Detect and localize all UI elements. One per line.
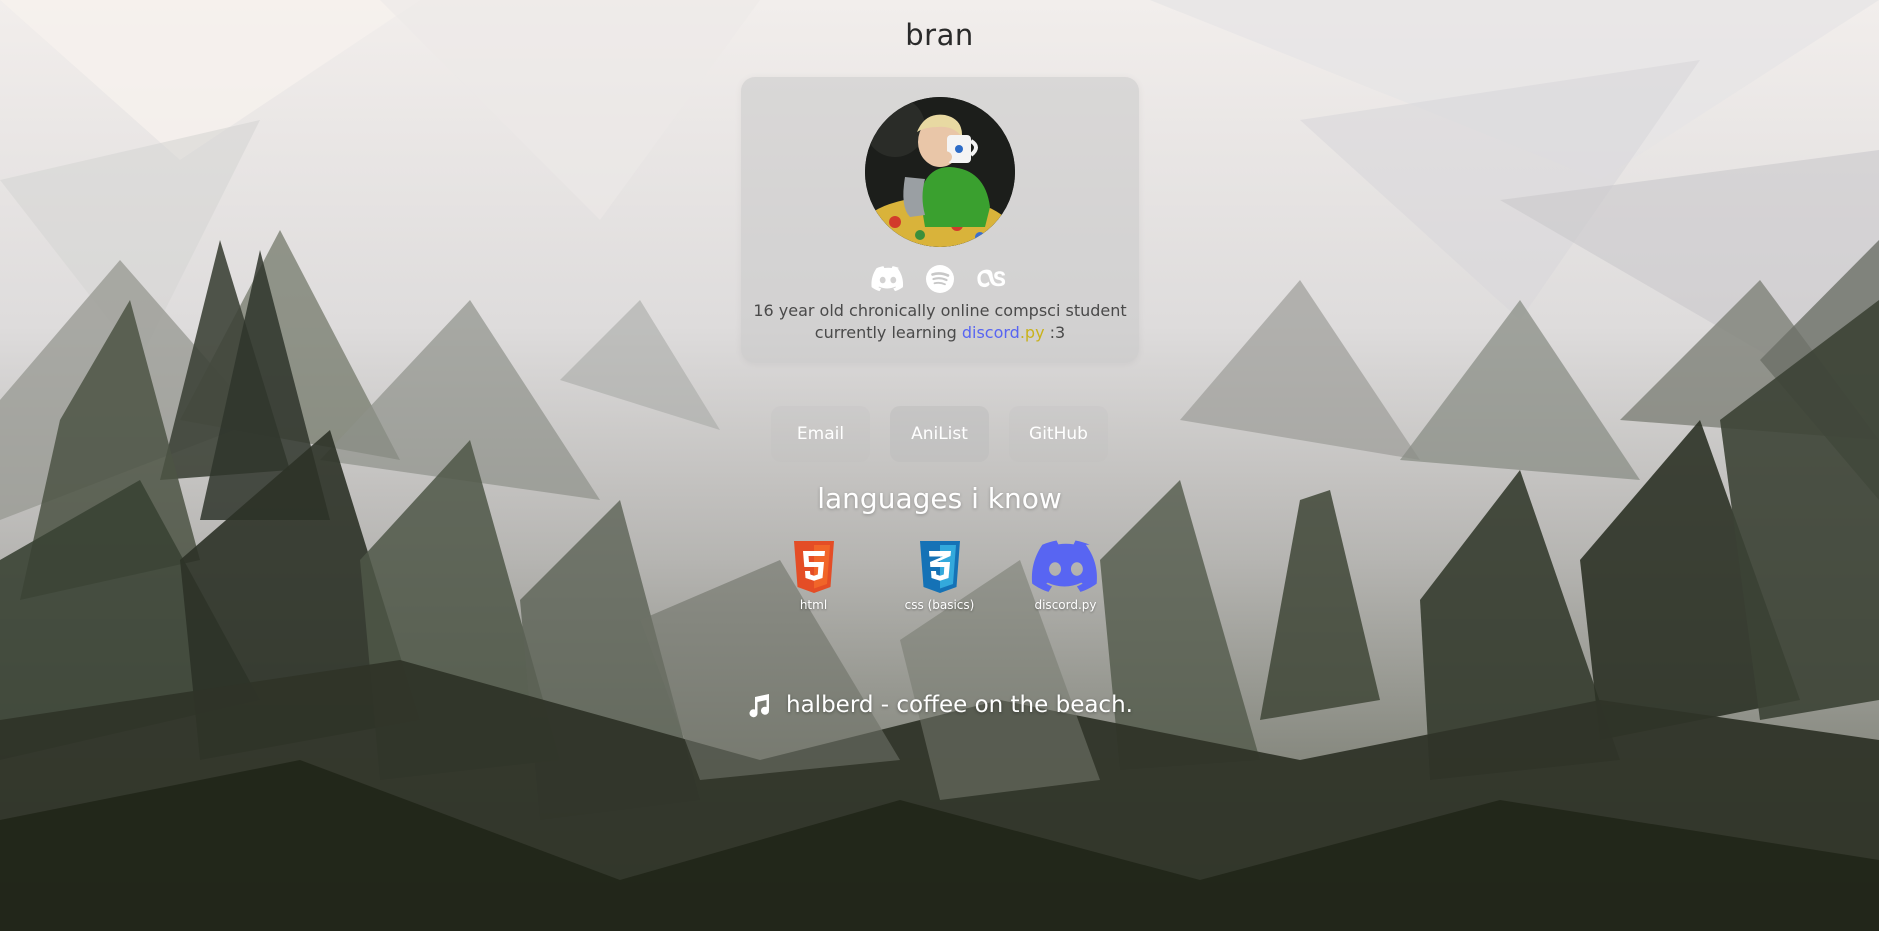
- anilist-button[interactable]: AniList: [890, 406, 989, 462]
- social-links: [741, 264, 1139, 294]
- language-item-discordpy: discord.py: [1023, 540, 1109, 612]
- profile-card: 16 year old chronically online compsci s…: [741, 77, 1139, 363]
- link-buttons: Email AniList GitHub: [0, 406, 1879, 462]
- page-content: bran 16 year old chronically online comp…: [0, 0, 1879, 931]
- css3-icon: [919, 541, 960, 593]
- bio-line-2: currently learning discord.py :3: [741, 322, 1139, 344]
- site-title: bran: [905, 18, 974, 52]
- languages-title: languages i know: [817, 482, 1062, 515]
- avatar: [865, 97, 1015, 247]
- language-item-html: html: [771, 540, 857, 612]
- bio-line-1: 16 year old chronically online compsci s…: [753, 301, 1127, 320]
- language-label: discord.py: [1034, 598, 1097, 612]
- bio-prefix: currently learning: [814, 323, 957, 342]
- now-playing: halberd - coffee on the beach.: [0, 692, 1879, 718]
- now-playing-text: halberd - coffee on the beach.: [786, 692, 1133, 718]
- bio-py: .py: [1019, 323, 1045, 342]
- html5-icon: [793, 541, 834, 593]
- lastfm-icon[interactable]: [975, 264, 1009, 294]
- music-note-icon: [749, 694, 770, 718]
- github-button[interactable]: GitHub: [1009, 406, 1108, 462]
- discord-icon[interactable]: [871, 264, 905, 294]
- discord-icon: [1031, 540, 1097, 592]
- bio-discord: discord: [961, 323, 1020, 342]
- spotify-icon[interactable]: [923, 264, 957, 294]
- language-item-css: css (basics): [897, 540, 983, 612]
- bio: 16 year old chronically online compsci s…: [741, 300, 1139, 344]
- languages-list: html css (basics) discord.py: [0, 540, 1879, 612]
- email-button[interactable]: Email: [771, 406, 870, 462]
- bio-suffix: :3: [1049, 323, 1066, 342]
- language-label: css (basics): [904, 598, 975, 612]
- avatar-photo: [865, 97, 1015, 247]
- language-label: html: [799, 598, 828, 612]
